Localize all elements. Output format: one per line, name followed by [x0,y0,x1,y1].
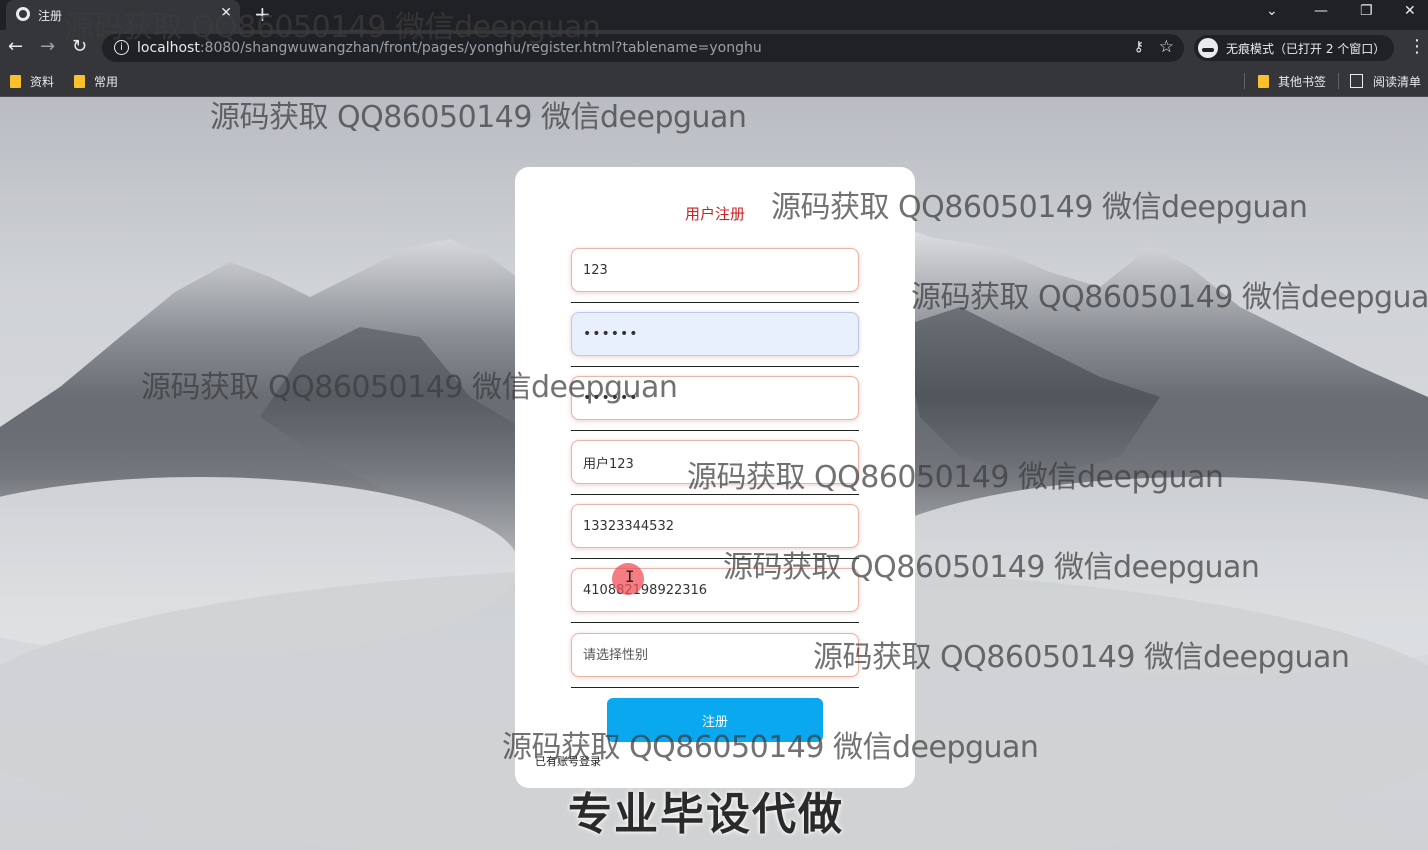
watermark: 源码获取 QQ86050149 微信deepguan [813,640,1350,675]
field-divider [571,622,859,623]
restore-icon[interactable]: ❐ [1360,3,1373,19]
reading-list[interactable]: 阅读清单 [1350,73,1421,90]
minimize-icon[interactable]: — [1314,3,1328,19]
bookmark-star-icon[interactable]: ☆ [1159,37,1174,57]
incognito-icon [1198,38,1218,58]
watermark: 源码获取 QQ86050149 微信deepguan [64,10,601,45]
field-divider [571,687,859,688]
tab-title: 注册 [38,9,63,23]
incognito-label: 无痕模式（已打开 2 个窗口） [1226,42,1386,56]
globe-icon [16,7,30,21]
bookmark-separator [1244,73,1245,89]
key-icon[interactable]: ⚷ [1134,39,1144,55]
watermark: 源码获取 QQ86050149 微信deepguan [210,100,747,135]
incognito-indicator[interactable]: 无痕模式（已打开 2 个窗口） [1194,35,1394,61]
bookmark-folder-changyong[interactable]: 常用 [74,73,118,90]
watermark: 源码获取 QQ86050149 微信deepguan [771,190,1308,225]
password-field[interactable] [571,312,859,356]
bookmark-separator [1338,73,1339,89]
forward-arrow-icon[interactable]: → [40,36,55,57]
bookmark-folder-ziliao[interactable]: 资料 [10,73,54,90]
field-divider [571,302,859,303]
folder-icon [74,75,85,88]
field-divider [571,430,859,431]
reading-list-icon [1350,74,1363,88]
bottom-banner-text: 专业毕设代做 [568,789,844,840]
watermark: 源码获取 QQ86050149 微信deepguan [911,280,1428,315]
watermark: 源码获取 QQ86050149 微信deepguan [687,460,1224,495]
username-field[interactable] [571,248,859,292]
watermark: 源码获取 QQ86050149 微信deepguan [502,730,1039,765]
watermark: 源码获取 QQ86050149 微信deepguan [141,370,678,405]
text-cursor-icon: I [625,567,635,586]
watermark: 源码获取 QQ86050149 微信deepguan [723,550,1260,585]
close-window-icon[interactable]: ✕ [1404,3,1416,19]
folder-icon [10,75,21,88]
tab-search-chevron-icon[interactable]: ⌄ [1266,3,1278,19]
bookmark-other[interactable]: 其他书签 [1258,73,1326,90]
folder-icon [1258,75,1269,88]
browser-menu-icon[interactable]: ⋮ [1408,36,1426,57]
back-arrow-icon[interactable]: ← [8,36,23,57]
